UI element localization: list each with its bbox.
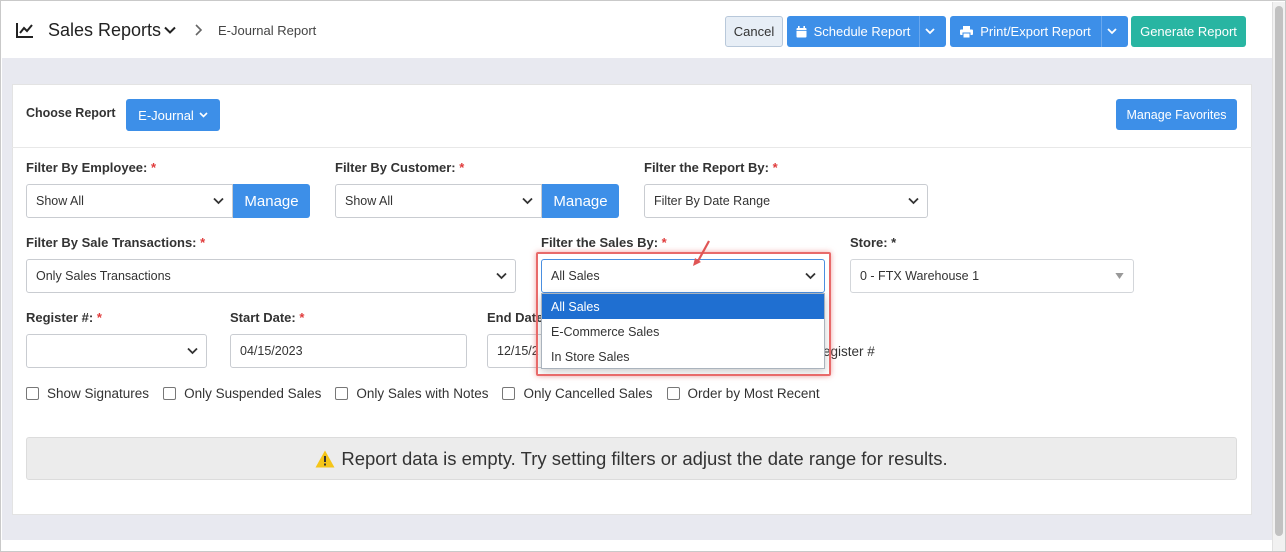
manage-employee-button[interactable]: Manage	[233, 184, 310, 218]
manage-favorites-button[interactable]: Manage Favorites	[1116, 99, 1237, 130]
empty-report-alert: Report data is empty. Try setting filter…	[26, 437, 1237, 480]
required-marker: *	[661, 235, 667, 250]
chevron-right-icon	[195, 24, 203, 36]
register-hint-text: egister #	[823, 344, 875, 359]
choose-report-dropdown[interactable]: E-Journal	[126, 99, 220, 131]
checkbox-only-suspended[interactable]: Only Suspended Sales	[163, 386, 321, 401]
store-select[interactable]: 0 - FTX Warehouse 1	[850, 259, 1134, 293]
choose-report-value: E-Journal	[138, 107, 194, 123]
print-export-label: Print/Export Report	[980, 24, 1091, 39]
checkbox-order-most-recent[interactable]: Order by Most Recent	[666, 385, 820, 401]
card-divider	[12, 147, 1252, 148]
checkbox-label: Order by Most Recent	[687, 385, 820, 401]
report-by-select-value: Filter By Date Range	[654, 194, 771, 208]
store-label: Store: *	[850, 235, 897, 250]
employee-select-value: Show All	[36, 194, 84, 208]
sales-by-select-value: All Sales	[551, 269, 600, 283]
checkbox-box[interactable]	[502, 386, 516, 400]
chevron-down-icon[interactable]	[163, 23, 177, 37]
report-by-select[interactable]: Filter By Date Range	[644, 184, 928, 218]
chevron-down-icon	[805, 272, 816, 280]
start-date-input[interactable]: 04/15/2023	[230, 334, 467, 368]
annotation-arrow-icon	[693, 240, 710, 266]
chevron-down-icon	[908, 197, 919, 205]
required-marker: *	[299, 310, 305, 325]
chevron-down-icon	[213, 197, 224, 205]
checkbox-box[interactable]	[335, 386, 349, 400]
store-select-value: 0 - FTX Warehouse 1	[860, 269, 980, 283]
customer-select-value: Show All	[345, 194, 393, 208]
empty-report-message: Report data is empty. Try setting filter…	[341, 447, 948, 469]
start-date-label-text: Start Date:	[230, 310, 296, 325]
app-window: Sales Reports E-Journal Report Cancel Sc…	[0, 0, 1286, 552]
print-export-button[interactable]: Print/Export Report	[950, 16, 1101, 47]
required-marker: *	[200, 235, 206, 250]
register-label: Register #: *	[26, 310, 102, 325]
chevron-down-icon	[187, 347, 198, 355]
checkbox-label: Only Suspended Sales	[184, 385, 322, 401]
choose-report-label: Choose Report	[26, 106, 116, 120]
start-date-label: Start Date: *	[230, 310, 304, 325]
required-marker: *	[96, 310, 102, 325]
end-date-input[interactable]: 12/15/2	[487, 334, 547, 368]
checkbox-box[interactable]	[26, 386, 39, 400]
generate-report-button[interactable]: Generate Report	[1131, 16, 1246, 47]
employee-select[interactable]: Show All	[26, 184, 233, 218]
checkbox-show-signatures[interactable]: Show Signatures	[26, 386, 149, 401]
filter-report-by-label: Filter the Report By: *	[644, 160, 778, 175]
schedule-report-button[interactable]: Schedule Report	[787, 16, 919, 47]
filter-employee-label: Filter By Employee: *	[26, 160, 156, 175]
chevron-down-icon	[522, 197, 533, 205]
checkbox-box[interactable]	[666, 386, 680, 400]
sales-by-dropdown-menu: All Sales E-Commerce Sales In Store Sale…	[541, 293, 825, 369]
customer-select[interactable]: Show All	[335, 184, 542, 218]
print-export-dropdown[interactable]	[1101, 16, 1128, 47]
register-label-text: Register #:	[26, 310, 94, 325]
dropdown-option-all-sales[interactable]: All Sales	[542, 294, 824, 319]
caret-down-icon	[1115, 273, 1124, 279]
transactions-select[interactable]: Only Sales Transactions	[26, 259, 516, 293]
bottom-strip	[2, 540, 1272, 551]
sales-by-select[interactable]: All Sales	[541, 259, 825, 293]
chevron-down-icon	[1106, 28, 1117, 35]
required-marker: *	[459, 160, 465, 175]
filter-sales-by-label-text: Filter the Sales By:	[541, 235, 659, 250]
schedule-report-dropdown[interactable]	[919, 16, 946, 47]
dropdown-option-ecommerce-sales[interactable]: E-Commerce Sales	[542, 319, 824, 344]
filter-customer-label-text: Filter By Customer:	[335, 160, 456, 175]
transactions-select-value: Only Sales Transactions	[36, 269, 171, 283]
required-marker: *	[151, 160, 157, 175]
filter-report-by-label-text: Filter the Report By:	[644, 160, 769, 175]
chevron-down-icon	[199, 112, 208, 118]
checkbox-label: Only Sales with Notes	[356, 385, 489, 401]
line-chart-icon	[16, 23, 33, 38]
dropdown-option-in-store-sales[interactable]: In Store Sales	[542, 344, 824, 369]
chevron-down-icon	[924, 28, 935, 35]
schedule-report-label: Schedule Report	[813, 24, 911, 39]
calendar-icon	[796, 25, 807, 37]
filter-customer-label: Filter By Customer: *	[335, 160, 464, 175]
checkbox-label: Only Cancelled Sales	[523, 385, 653, 401]
checkbox-only-with-notes[interactable]: Only Sales with Notes	[335, 386, 488, 401]
checkbox-label: Show Signatures	[47, 385, 150, 401]
chevron-down-icon	[496, 272, 507, 280]
cancel-button[interactable]: Cancel	[725, 16, 783, 47]
warning-icon	[315, 450, 335, 467]
required-marker: *	[772, 160, 778, 175]
filter-employee-label-text: Filter By Employee:	[26, 160, 148, 175]
filter-transactions-label: Filter By Sale Transactions: *	[26, 235, 205, 250]
filter-sales-by-label: Filter the Sales By: *	[541, 235, 667, 250]
vertical-scrollbar[interactable]	[1272, 2, 1285, 551]
register-select[interactable]	[26, 334, 207, 368]
checkbox-box[interactable]	[163, 386, 177, 400]
options-checkbox-row: Show Signatures Only Suspended Sales Onl…	[26, 383, 834, 403]
breadcrumb: E-Journal Report	[218, 23, 317, 38]
checkbox-only-cancelled[interactable]: Only Cancelled Sales	[502, 385, 653, 401]
scrollbar-thumb[interactable]	[1275, 6, 1283, 536]
filter-transactions-label-text: Filter By Sale Transactions:	[26, 235, 197, 250]
printer-icon	[960, 25, 974, 38]
page-title: Sales Reports	[48, 20, 162, 40]
end-date-label: End Date	[487, 310, 544, 325]
manage-customer-button[interactable]: Manage	[542, 184, 619, 218]
